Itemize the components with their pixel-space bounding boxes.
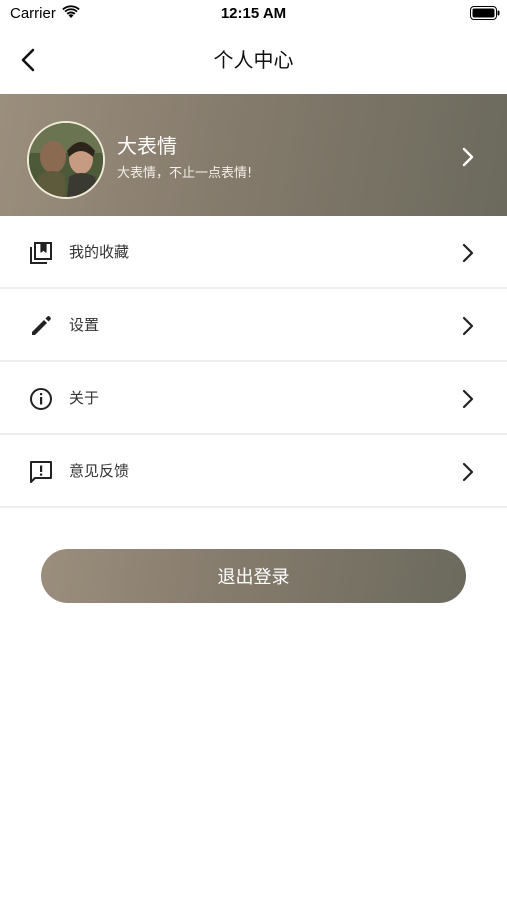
menu-item-feedback[interactable]: 意见反馈 xyxy=(0,435,507,508)
menu-item-about[interactable]: 关于 xyxy=(0,362,507,435)
page-title: 个人中心 xyxy=(213,48,294,72)
status-bar: Carrier 12:15 AM xyxy=(0,0,507,28)
feedback-icon xyxy=(30,461,52,483)
navigation-bar: 个人中心 xyxy=(0,28,507,90)
logout-button[interactable]: 退出登录 xyxy=(41,549,466,603)
clock: 12:15 AM xyxy=(220,5,287,22)
chevron-right-icon xyxy=(462,243,474,263)
pencil-icon xyxy=(32,316,51,335)
battery-icon xyxy=(470,6,500,20)
profile-card[interactable]: 大表情 大表情，不止一点表情! xyxy=(0,94,507,216)
menu-item-label: 设置 xyxy=(69,316,100,334)
menu-item-label: 意见反馈 xyxy=(69,462,130,480)
chevron-right-icon xyxy=(462,389,474,409)
menu-item-favorites[interactable]: 我的收藏 xyxy=(0,216,507,289)
chevron-right-icon xyxy=(462,316,474,336)
profile-name: 大表情 xyxy=(117,134,177,158)
profile-bio: 大表情，不止一点表情! xyxy=(117,166,253,181)
menu-list: 我的收藏 设置 关于 意见反馈 xyxy=(0,216,507,508)
chevron-right-icon xyxy=(462,462,474,482)
menu-item-label: 我的收藏 xyxy=(69,243,130,261)
avatar xyxy=(27,121,105,199)
info-icon xyxy=(30,388,52,410)
menu-item-label: 关于 xyxy=(69,389,100,407)
menu-item-settings[interactable]: 设置 xyxy=(0,289,507,362)
bookmark-collection-icon xyxy=(30,242,52,264)
chevron-right-icon xyxy=(462,147,474,167)
